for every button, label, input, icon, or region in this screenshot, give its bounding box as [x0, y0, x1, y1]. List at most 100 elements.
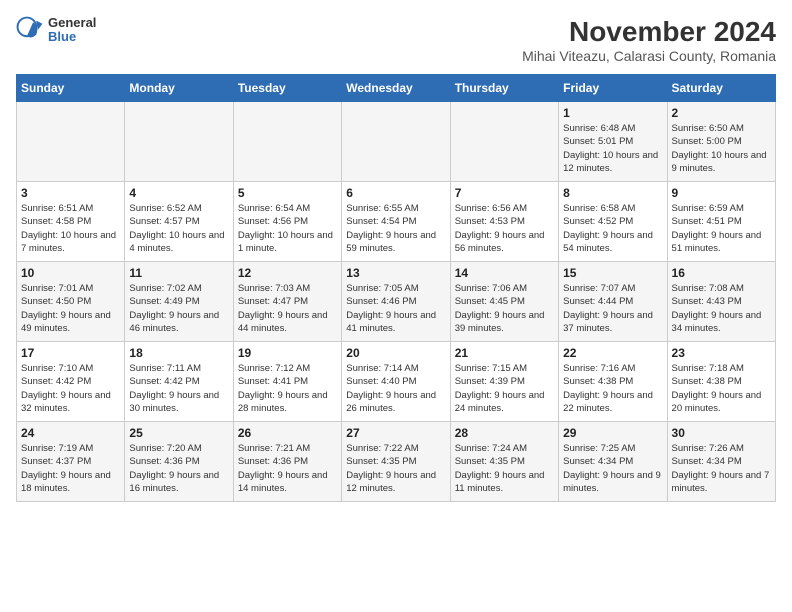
- calendar-cell: 23 Sunrise: 7:18 AM Sunset: 4:38 PM Dayli…: [667, 342, 775, 422]
- calendar-cell: [17, 102, 125, 182]
- day-number: 1: [563, 106, 662, 120]
- day-info: Sunrise: 6:55 AM Sunset: 4:54 PM Dayligh…: [346, 202, 445, 255]
- calendar-cell: 10Sunrise: 7:01 AM Sunset: 4:50 PM Dayli…: [17, 262, 125, 342]
- logo-icon: [16, 16, 44, 44]
- day-number: 28: [455, 426, 554, 440]
- day-number: 26: [238, 426, 337, 440]
- day-info: Sunrise: 7:14 AM Sunset: 4:40 PM Dayligh…: [346, 362, 445, 415]
- header: General Blue November 2024 Mihai Viteazu…: [16, 16, 776, 64]
- calendar-cell: 9 Sunrise: 6:59 AM Sunset: 4:51 PM Daylig…: [667, 182, 775, 262]
- day-number: 12: [238, 266, 337, 280]
- day-number: 10: [21, 266, 120, 280]
- calendar-cell: 12 Sunrise: 7:03 AM Sunset: 4:47 PM Dayli…: [233, 262, 341, 342]
- calendar-cell: 11Sunrise: 7:02 AM Sunset: 4:49 PM Dayli…: [125, 262, 233, 342]
- day-info: Sunrise: 7:07 AM Sunset: 4:44 PM Dayligh…: [563, 282, 662, 335]
- day-info: Sunrise: 7:08 AM Sunset: 4:43 PM Dayligh…: [672, 282, 771, 335]
- calendar-cell: 13 Sunrise: 7:05 AM Sunset: 4:46 PM Dayli…: [342, 262, 450, 342]
- week-row-2: 3Sunrise: 6:51 AM Sunset: 4:58 PM Daylig…: [17, 182, 776, 262]
- main-title: November 2024: [522, 16, 776, 48]
- day-info: Sunrise: 6:54 AM Sunset: 4:56 PM Dayligh…: [238, 202, 337, 255]
- calendar-cell: 7 Sunrise: 6:56 AM Sunset: 4:53 PM Daylig…: [450, 182, 558, 262]
- header-sunday: Sunday: [17, 75, 125, 102]
- day-number: 3: [21, 186, 120, 200]
- header-wednesday: Wednesday: [342, 75, 450, 102]
- day-number: 27: [346, 426, 445, 440]
- calendar-cell: 25 Sunrise: 7:20 AM Sunset: 4:36 PM Dayli…: [125, 422, 233, 502]
- day-info: Sunrise: 7:11 AM Sunset: 4:42 PM Dayligh…: [129, 362, 228, 415]
- calendar-cell: 2Sunrise: 6:50 AM Sunset: 5:00 PM Daylig…: [667, 102, 775, 182]
- week-row-4: 17 Sunrise: 7:10 AM Sunset: 4:42 PM Dayli…: [17, 342, 776, 422]
- header-friday: Friday: [559, 75, 667, 102]
- day-number: 23: [672, 346, 771, 360]
- calendar-cell: 30 Sunrise: 7:26 AM Sunset: 4:34 PM Dayli…: [667, 422, 775, 502]
- day-number: 15: [563, 266, 662, 280]
- day-number: 20: [346, 346, 445, 360]
- calendar-cell: 22 Sunrise: 7:16 AM Sunset: 4:38 PM Dayli…: [559, 342, 667, 422]
- day-number: 29: [563, 426, 662, 440]
- day-info: Sunrise: 6:59 AM Sunset: 4:51 PM Dayligh…: [672, 202, 771, 255]
- calendar-cell: [125, 102, 233, 182]
- day-number: 30: [672, 426, 771, 440]
- header-monday: Monday: [125, 75, 233, 102]
- day-info: Sunrise: 7:12 AM Sunset: 4:41 PM Dayligh…: [238, 362, 337, 415]
- calendar-cell: 14Sunrise: 7:06 AM Sunset: 4:45 PM Dayli…: [450, 262, 558, 342]
- day-info: Sunrise: 7:10 AM Sunset: 4:42 PM Dayligh…: [21, 362, 120, 415]
- day-info: Sunrise: 7:16 AM Sunset: 4:38 PM Dayligh…: [563, 362, 662, 415]
- subtitle: Mihai Viteazu, Calarasi County, Romania: [522, 48, 776, 64]
- day-info: Sunrise: 7:22 AM Sunset: 4:35 PM Dayligh…: [346, 442, 445, 495]
- day-info: Sunrise: 6:52 AM Sunset: 4:57 PM Dayligh…: [129, 202, 228, 255]
- day-number: 25: [129, 426, 228, 440]
- calendar-cell: 6 Sunrise: 6:55 AM Sunset: 4:54 PM Daylig…: [342, 182, 450, 262]
- day-number: 16: [672, 266, 771, 280]
- day-number: 7: [455, 186, 554, 200]
- calendar-cell: 28Sunrise: 7:24 AM Sunset: 4:35 PM Dayli…: [450, 422, 558, 502]
- calendar-cell: 15 Sunrise: 7:07 AM Sunset: 4:44 PM Dayli…: [559, 262, 667, 342]
- day-number: 18: [129, 346, 228, 360]
- day-number: 6: [346, 186, 445, 200]
- logo: General Blue: [16, 16, 96, 45]
- day-info: Sunrise: 6:58 AM Sunset: 4:52 PM Dayligh…: [563, 202, 662, 255]
- day-number: 14: [455, 266, 554, 280]
- day-number: 4: [129, 186, 228, 200]
- day-info: Sunrise: 7:15 AM Sunset: 4:39 PM Dayligh…: [455, 362, 554, 415]
- calendar-cell: 26 Sunrise: 7:21 AM Sunset: 4:36 PM Dayli…: [233, 422, 341, 502]
- calendar-cell: 19 Sunrise: 7:12 AM Sunset: 4:41 PM Dayli…: [233, 342, 341, 422]
- day-number: 24: [21, 426, 120, 440]
- calendar-header: SundayMondayTuesdayWednesdayThursdayFrid…: [17, 75, 776, 102]
- logo-general: General: [48, 16, 96, 30]
- calendar-cell: 4 Sunrise: 6:52 AM Sunset: 4:57 PM Daylig…: [125, 182, 233, 262]
- calendar-cell: 8 Sunrise: 6:58 AM Sunset: 4:52 PM Daylig…: [559, 182, 667, 262]
- calendar-cell: 29 Sunrise: 7:25 AM Sunset: 4:34 PM Dayli…: [559, 422, 667, 502]
- day-number: 5: [238, 186, 337, 200]
- day-info: Sunrise: 7:03 AM Sunset: 4:47 PM Dayligh…: [238, 282, 337, 335]
- calendar-cell: 21 Sunrise: 7:15 AM Sunset: 4:39 PM Dayli…: [450, 342, 558, 422]
- day-number: 22: [563, 346, 662, 360]
- day-number: 21: [455, 346, 554, 360]
- day-number: 8: [563, 186, 662, 200]
- day-info: Sunrise: 7:05 AM Sunset: 4:46 PM Dayligh…: [346, 282, 445, 335]
- day-number: 9: [672, 186, 771, 200]
- header-tuesday: Tuesday: [233, 75, 341, 102]
- logo-text: General Blue: [48, 16, 96, 45]
- day-info: Sunrise: 7:18 AM Sunset: 4:38 PM Dayligh…: [672, 362, 771, 415]
- week-row-3: 10Sunrise: 7:01 AM Sunset: 4:50 PM Dayli…: [17, 262, 776, 342]
- calendar-cell: 27 Sunrise: 7:22 AM Sunset: 4:35 PM Dayli…: [342, 422, 450, 502]
- day-info: Sunrise: 6:56 AM Sunset: 4:53 PM Dayligh…: [455, 202, 554, 255]
- day-info: Sunrise: 7:25 AM Sunset: 4:34 PM Dayligh…: [563, 442, 662, 495]
- day-number: 17: [21, 346, 120, 360]
- logo-blue: Blue: [48, 30, 96, 44]
- calendar-cell: 20 Sunrise: 7:14 AM Sunset: 4:40 PM Dayli…: [342, 342, 450, 422]
- calendar-cell: [342, 102, 450, 182]
- day-info: Sunrise: 7:26 AM Sunset: 4:34 PM Dayligh…: [672, 442, 771, 495]
- day-info: Sunrise: 7:02 AM Sunset: 4:49 PM Dayligh…: [129, 282, 228, 335]
- week-row-5: 24Sunrise: 7:19 AM Sunset: 4:37 PM Dayli…: [17, 422, 776, 502]
- calendar-cell: 24Sunrise: 7:19 AM Sunset: 4:37 PM Dayli…: [17, 422, 125, 502]
- day-number: 13: [346, 266, 445, 280]
- calendar-cell: 17 Sunrise: 7:10 AM Sunset: 4:42 PM Dayli…: [17, 342, 125, 422]
- day-number: 19: [238, 346, 337, 360]
- day-info: Sunrise: 7:21 AM Sunset: 4:36 PM Dayligh…: [238, 442, 337, 495]
- day-info: Sunrise: 7:20 AM Sunset: 4:36 PM Dayligh…: [129, 442, 228, 495]
- calendar-cell: 5 Sunrise: 6:54 AM Sunset: 4:56 PM Daylig…: [233, 182, 341, 262]
- calendar-table: SundayMondayTuesdayWednesdayThursdayFrid…: [16, 74, 776, 502]
- day-info: Sunrise: 6:48 AM Sunset: 5:01 PM Dayligh…: [563, 122, 662, 175]
